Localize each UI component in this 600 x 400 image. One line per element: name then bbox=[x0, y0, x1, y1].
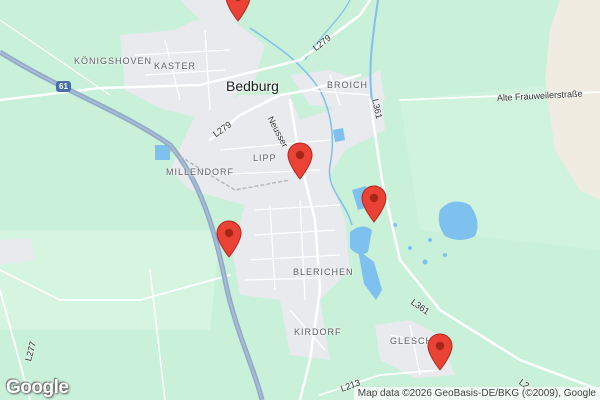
google-logo[interactable]: Google bbox=[6, 377, 69, 399]
place-label-konigshoven[interactable]: KÖNIGSHOVEN bbox=[74, 56, 152, 66]
city-label-bedburg[interactable]: Bedburg bbox=[226, 78, 279, 94]
place-label-broich[interactable]: BROICH bbox=[327, 80, 368, 90]
map-pin[interactable] bbox=[426, 333, 454, 371]
map-pin[interactable] bbox=[224, 0, 252, 22]
map-pin[interactable] bbox=[360, 185, 388, 223]
place-label-blerichen[interactable]: BLERICHEN bbox=[293, 267, 354, 277]
map-pin[interactable] bbox=[286, 142, 314, 180]
place-label-kirdorf[interactable]: KIRDORF bbox=[294, 327, 342, 337]
place-label-lipp[interactable]: LIPP bbox=[253, 153, 277, 163]
highway-shield-61: 61 bbox=[56, 81, 71, 92]
place-label-millendorf[interactable]: MILLENDORF bbox=[166, 167, 234, 177]
place-label-kaster[interactable]: KASTER bbox=[154, 61, 196, 71]
map-pin[interactable] bbox=[215, 220, 243, 258]
map-attribution[interactable]: Map data ©2026 GeoBasis-DE/BKG (©2009), … bbox=[353, 387, 600, 400]
